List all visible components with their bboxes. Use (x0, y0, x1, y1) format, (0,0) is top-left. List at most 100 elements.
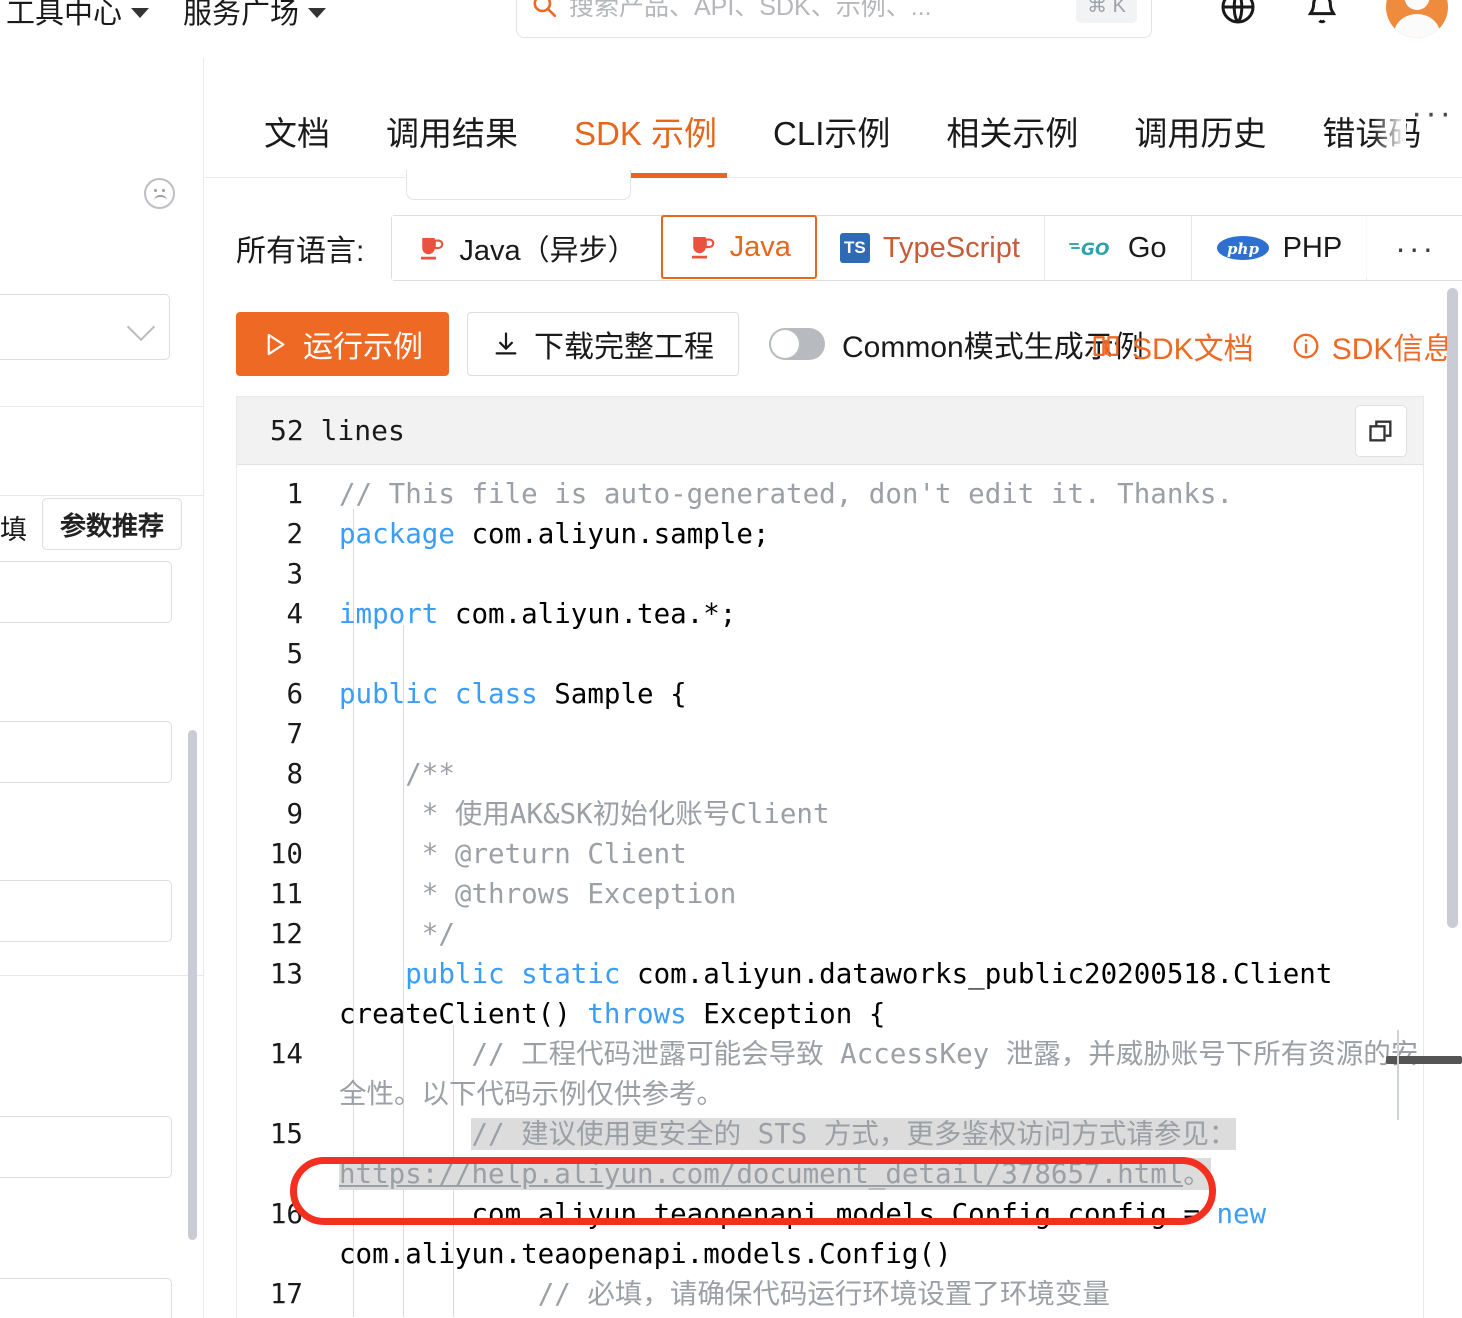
bell-icon[interactable] (1302, 0, 1342, 27)
tab-sdk-sample[interactable]: SDK 示例 (546, 107, 745, 178)
language-more-button[interactable]: ··· (1367, 216, 1462, 280)
download-project-label: 下载完整工程 (534, 331, 714, 364)
search-input-placeholder[interactable]: 搜索产品、API、SDK、示例、... (569, 0, 1064, 23)
parameter-select[interactable] (0, 294, 170, 360)
code-line-number: 13 (269, 958, 303, 990)
tab-related-sample[interactable]: 相关示例 (918, 107, 1106, 177)
avatar[interactable] (1386, 0, 1448, 38)
left-parameters-panel: 填 参数推荐 (0, 58, 204, 1318)
code-line-text[interactable]: // 建议使用更安全的 STS 方式，更多鉴权访问方式请参见： https://h… (303, 1114, 1423, 1194)
code-line: 7 (237, 714, 1423, 754)
code-line-text[interactable]: // 工程代码泄露可能会导致 AccessKey 泄露，并威胁账号下所有资源的安… (303, 1034, 1423, 1114)
code-line-text[interactable]: public class Sample { (303, 674, 1423, 714)
language-button-group: Java（异步） Java TS TypeScript GO Go php PH… (391, 215, 1462, 281)
bell-glyph (1307, 0, 1337, 24)
code-line-number: 9 (286, 798, 303, 830)
code-line-text[interactable]: import com.aliyun.tea.*; (303, 594, 1423, 634)
global-search[interactable]: 搜索产品、API、SDK、示例、... ⌘ K (516, 0, 1152, 38)
code-line-number: 6 (286, 678, 303, 710)
language-label-text: Java（异步） (459, 235, 637, 267)
tab-docs[interactable]: 文档 (236, 107, 358, 177)
code-line: 17 // 必填，请确保代码运行环境设置了环境变量 (237, 1274, 1423, 1314)
code-line-number: 11 (269, 878, 303, 910)
code-line: 1// This file is auto-generated, don't e… (237, 474, 1423, 514)
code-editor[interactable]: 1// This file is auto-generated, don't e… (237, 465, 1423, 1317)
svg-text:GO: GO (1081, 240, 1109, 260)
code-line: 13 public static com.aliyun.dataworks_pu… (237, 954, 1423, 1034)
nav-item-service-square[interactable]: 服务广场 (183, 0, 327, 32)
page-scrollbar[interactable] (1447, 288, 1458, 928)
search-icon (533, 0, 557, 18)
tab-call-result[interactable]: 调用结果 (358, 107, 546, 177)
download-icon (495, 332, 517, 355)
code-right-border (1397, 1030, 1399, 1120)
code-line-text[interactable]: // This file is auto-generated, don't ed… (303, 474, 1423, 514)
code-line: 15 // 建议使用更安全的 STS 方式，更多鉴权访问方式请参见： https:… (237, 1114, 1423, 1194)
code-line-text[interactable]: * @return Client (303, 834, 1423, 874)
chevron-down-icon (126, 312, 156, 342)
parameter-input[interactable] (0, 561, 172, 623)
sdk-links: SDK文档 SDK信息 (1091, 324, 1453, 368)
sdk-info-link[interactable]: SDK信息 (1291, 324, 1453, 368)
parameter-input[interactable] (0, 1278, 172, 1318)
php-icon: php (1216, 236, 1269, 260)
parameter-input[interactable] (0, 721, 172, 783)
language-go[interactable]: GO Go (1044, 216, 1192, 280)
copy-code-button[interactable] (1355, 405, 1407, 457)
tab-notch-decoration (406, 170, 631, 200)
content-tabbar: 文档 调用结果 SDK 示例 CLI示例 相关示例 调用历史 错误码 ··· (205, 58, 1462, 178)
globe-icon[interactable] (1218, 0, 1258, 27)
parameter-recommend-button[interactable]: 参数推荐 (42, 498, 183, 550)
play-icon (267, 333, 285, 355)
code-line: 14 // 工程代码泄露可能会导致 AccessKey 泄露，并威胁账号下所有资… (237, 1034, 1423, 1114)
parameter-input[interactable] (0, 1116, 172, 1178)
code-line: 5 (237, 634, 1423, 674)
code-panel-header: 52 lines (237, 397, 1423, 465)
nav-item-tool-center[interactable]: 工具中心 (6, 0, 150, 32)
code-line-number: 5 (286, 638, 303, 670)
language-label: 所有语言: (236, 235, 365, 268)
language-typescript[interactable]: TS TypeScript (815, 216, 1045, 280)
code-line-text[interactable]: * @throws Exception (303, 874, 1423, 914)
code-line-number: 14 (269, 1038, 303, 1070)
code-line-text[interactable]: */ (303, 914, 1423, 954)
code-line-text[interactable]: * 使用AK&SK初始化账号Client (303, 794, 1423, 834)
code-line-text[interactable]: // 必填，请确保代码运行环境设置了环境变量 (303, 1274, 1423, 1314)
toggle-switch[interactable] (769, 328, 825, 360)
run-sample-label: 运行示例 (303, 331, 423, 364)
language-java-async[interactable]: Java（异步） (392, 216, 662, 280)
run-sample-button[interactable]: 运行示例 (236, 312, 449, 376)
code-line-number: 4 (286, 598, 303, 630)
header-right-icons (1218, 0, 1448, 38)
tabbar-more-button[interactable]: ··· (1411, 94, 1454, 133)
code-line: 8 /** (237, 754, 1423, 794)
code-line-text[interactable]: /** (303, 754, 1423, 794)
code-line-number: 1 (286, 478, 303, 510)
svg-text:php: php (1227, 240, 1259, 258)
language-selector-row: 所有语言: Java（异步） Java TS TypeScript GO Go … (236, 215, 1462, 281)
code-line-text[interactable]: public static com.aliyun.dataworks_publi… (303, 954, 1423, 1034)
language-label-text: TypeScript (882, 231, 1020, 264)
action-row: 运行示例 下载完整工程 Common模式生成示例 (236, 312, 1144, 376)
tabbar-fade (1372, 58, 1406, 177)
language-php[interactable]: php PHP (1191, 216, 1368, 280)
download-project-button[interactable]: 下载完整工程 (467, 312, 739, 376)
typescript-icon: TS (839, 233, 870, 263)
tab-cli-sample[interactable]: CLI示例 (745, 107, 918, 177)
sdk-doc-link[interactable]: SDK文档 (1091, 324, 1254, 368)
sad-face-icon[interactable] (144, 178, 175, 209)
language-java[interactable]: Java (660, 215, 817, 279)
common-mode-toggle[interactable]: Common模式生成示例 (769, 322, 1144, 366)
nav-item-label: 工具中心 (6, 0, 123, 30)
parameter-input[interactable] (0, 880, 172, 942)
code-line: 6 public class Sample { (237, 674, 1423, 714)
code-line-text[interactable]: com.aliyun.teaopenapi.models.Config conf… (303, 1194, 1423, 1274)
divider (0, 495, 204, 496)
code-line-text[interactable]: package com.aliyun.sample; (303, 514, 1423, 554)
left-panel-scrollbar[interactable] (188, 730, 197, 1240)
code-line-number: 2 (286, 518, 303, 550)
tab-call-history[interactable]: 调用历史 (1106, 107, 1294, 177)
code-line: 3 (237, 554, 1423, 594)
code-line-number: 8 (286, 758, 303, 790)
language-label-text: PHP (1282, 231, 1343, 264)
